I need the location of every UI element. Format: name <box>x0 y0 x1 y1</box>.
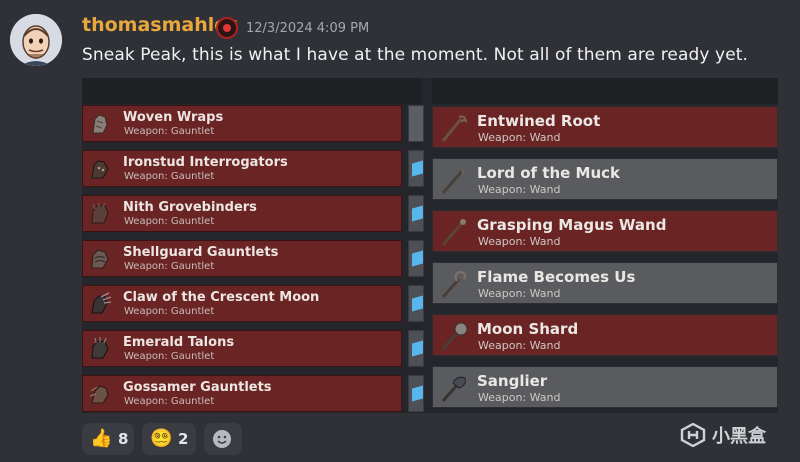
cube-icon <box>412 385 423 402</box>
gauntlet-icon <box>91 292 112 314</box>
item-name: Emerald Talons <box>123 335 235 350</box>
item-name: Lord of the Muck <box>477 164 620 182</box>
side-tab[interactable] <box>408 375 424 412</box>
smiley-icon <box>213 430 231 448</box>
reaction-count: 8 <box>118 430 129 448</box>
side-tab[interactable] <box>408 105 424 142</box>
gauntlet-icon <box>91 249 109 269</box>
wand-icon <box>441 322 468 350</box>
item-type: Weapon: Gauntlet <box>124 171 215 182</box>
wand-item: Flame Becomes Us Weapon: Wand <box>432 262 778 304</box>
gauntlet-item: Shellguard Gauntlets Weapon: Gauntlet <box>82 240 402 277</box>
wand-icon <box>441 219 466 246</box>
avatar[interactable] <box>10 14 62 66</box>
wand-item: Grasping Magus Wand Weapon: Wand <box>432 210 778 252</box>
gauntlet-icon <box>91 337 109 359</box>
item-type: Weapon: Gauntlet <box>124 261 215 272</box>
gauntlet-icon <box>91 160 109 179</box>
gauntlet-item: Emerald Talons Weapon: Gauntlet <box>82 330 402 367</box>
item-name: Woven Wraps <box>123 110 224 125</box>
item-type: Weapon: Wand <box>478 287 561 300</box>
gauntlet-item: Nith Grovebinders Weapon: Gauntlet <box>82 195 402 232</box>
thumbs-up-icon: 👍 <box>90 428 113 449</box>
item-type: Weapon: Wand <box>478 183 561 196</box>
role-badge-icon <box>216 17 238 39</box>
side-tab[interactable] <box>408 330 424 367</box>
item-name: Gossamer Gauntlets <box>123 380 272 395</box>
watermark-text: 小黑盒 <box>712 426 766 447</box>
gauntlet-item: Gossamer Gauntlets Weapon: Gauntlet <box>82 375 402 412</box>
item-type: Weapon: Wand <box>478 131 561 144</box>
item-name: Grasping Magus Wand <box>477 216 667 234</box>
item-name: Entwined Root <box>477 112 601 130</box>
side-tab[interactable] <box>408 195 424 232</box>
item-name: Ironstud Interrogators <box>123 155 288 170</box>
item-type: Weapon: Gauntlet <box>124 126 215 137</box>
side-tab[interactable] <box>408 150 424 187</box>
wand-item: Entwined Root Weapon: Wand <box>432 106 778 148</box>
side-tab[interactable] <box>408 240 424 277</box>
message-text: Sneak Peak, this is what I have at the m… <box>82 45 749 65</box>
reaction-count: 2 <box>178 430 189 448</box>
item-name: Claw of the Crescent Moon <box>123 290 320 305</box>
wand-icon <box>441 270 467 298</box>
cube-icon <box>412 160 423 177</box>
left-column-header <box>82 78 422 104</box>
item-name: Sanglier <box>477 372 548 390</box>
item-type: Weapon: Gauntlet <box>124 351 215 362</box>
cube-icon <box>412 250 423 267</box>
item-type: Weapon: Wand <box>478 235 561 248</box>
wand-item: Moon Shard Weapon: Wand <box>432 314 778 356</box>
timestamp: 12/3/2024 4:09 PM <box>246 21 370 36</box>
xiaoheihe-logo-icon <box>680 423 706 447</box>
reaction-dizzy-face[interactable]: 😵‍💫 2 <box>142 423 196 455</box>
item-type: Weapon: Wand <box>478 339 561 352</box>
username[interactable]: thomasmahler <box>82 14 237 36</box>
gauntlet-item: Woven Wraps Weapon: Gauntlet <box>82 105 402 142</box>
item-type: Weapon: Gauntlet <box>124 396 215 407</box>
cube-icon <box>412 340 423 357</box>
wand-icon <box>441 376 466 402</box>
avatar-face-icon <box>10 14 62 66</box>
add-reaction-button[interactable] <box>204 423 242 455</box>
item-type: Weapon: Gauntlet <box>124 306 215 317</box>
item-name: Flame Becomes Us <box>477 268 636 286</box>
gauntlet-icon <box>89 385 109 404</box>
gauntlet-item: Ironstud Interrogators Weapon: Gauntlet <box>82 150 402 187</box>
reaction-thumbs-up[interactable]: 👍 8 <box>82 423 134 455</box>
chat-message: thomasmahler 12/3/2024 4:09 PM Sneak Pea… <box>0 0 800 462</box>
item-name: Shellguard Gauntlets <box>123 245 279 260</box>
attached-image[interactable]: Woven Wraps Weapon: Gauntlet Ironstud In… <box>82 78 778 413</box>
dizzy-face-icon: 😵‍💫 <box>150 428 173 449</box>
side-tab[interactable] <box>408 285 424 322</box>
item-name: Moon Shard <box>477 320 579 338</box>
cube-icon <box>412 295 423 312</box>
item-name: Nith Grovebinders <box>123 200 257 215</box>
item-type: Weapon: Wand <box>478 391 561 404</box>
right-column-header <box>432 78 778 104</box>
wand-item: Lord of the Muck Weapon: Wand <box>432 158 778 200</box>
gauntlet-icon <box>91 202 109 224</box>
item-type: Weapon: Gauntlet <box>124 216 215 227</box>
gauntlet-item: Claw of the Crescent Moon Weapon: Gauntl… <box>82 285 402 322</box>
wand-item: Sanglier Weapon: Wand <box>432 366 778 408</box>
gauntlet-icon <box>92 114 108 134</box>
wand-icon <box>441 115 468 142</box>
cube-icon <box>412 205 423 222</box>
wand-icon <box>441 168 466 194</box>
